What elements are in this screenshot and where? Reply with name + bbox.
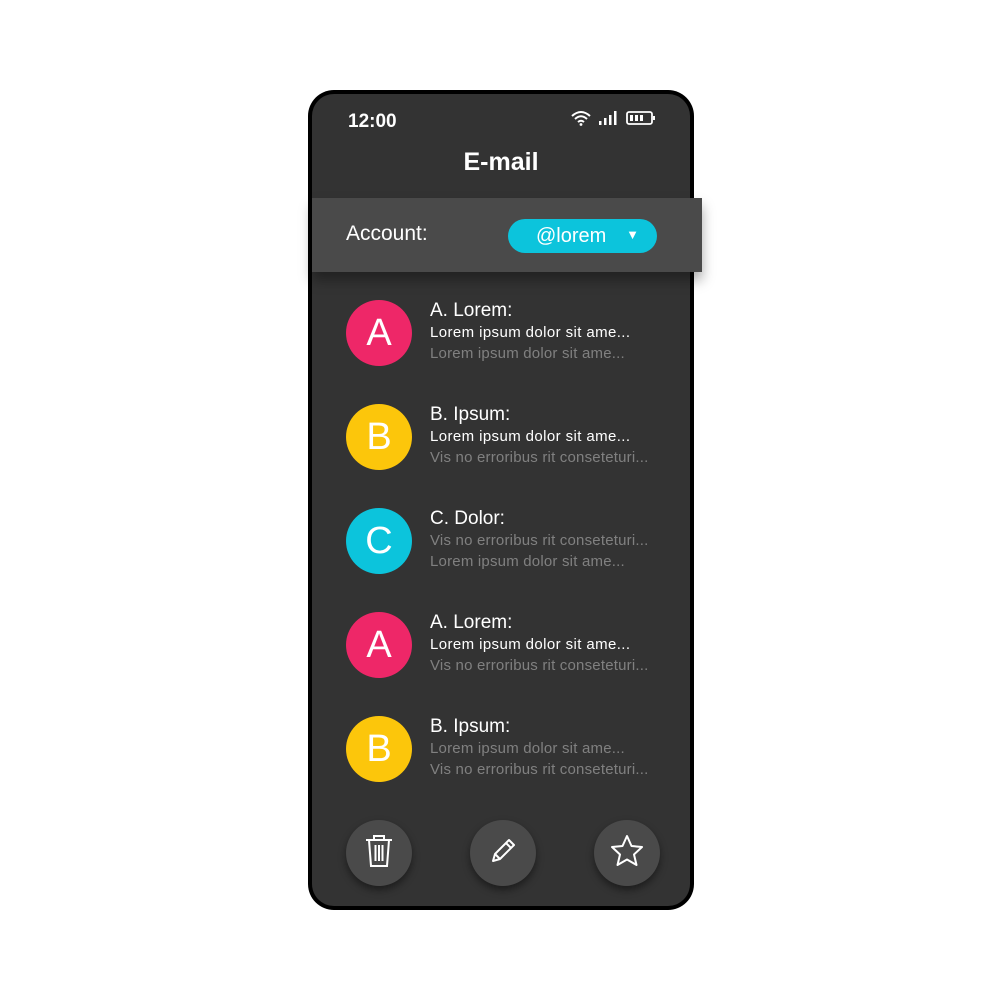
email-item[interactable]: B B. Ipsum: Lorem ipsum dolor sit ame...… <box>312 404 690 504</box>
compose-button[interactable] <box>470 820 536 886</box>
account-label: Account: <box>346 222 428 245</box>
email-item[interactable]: A A. Lorem: Lorem ipsum dolor sit ame...… <box>312 300 690 400</box>
email-preview-line-2: Lorem ipsum dolor sit ame... <box>430 553 625 570</box>
sender-name: C. Dolor: <box>430 508 505 529</box>
sender-avatar: C <box>346 508 412 574</box>
email-preview-line-2: Vis no erroribus rit conseteturi... <box>430 761 649 778</box>
email-item[interactable]: B B. Ipsum: Lorem ipsum dolor sit ame...… <box>312 716 690 816</box>
email-preview-line-2: Vis no erroribus rit conseteturi... <box>430 449 649 466</box>
email-item[interactable]: C C. Dolor: Vis no erroribus rit consete… <box>312 508 690 608</box>
status-time: 12:00 <box>348 111 397 132</box>
phone-frame: 12:00 E-mail Account: @lorem ▼ A A. Lore… <box>308 90 702 910</box>
sender-name: B. Ipsum: <box>430 716 511 737</box>
email-preview-line-1: Lorem ipsum dolor sit ame... <box>430 428 631 445</box>
favorite-button[interactable] <box>594 820 660 886</box>
battery-icon <box>626 110 656 126</box>
sender-avatar: A <box>346 612 412 678</box>
sender-name: A. Lorem: <box>430 300 513 321</box>
account-dropdown[interactable]: @lorem ▼ <box>508 219 657 253</box>
status-icons <box>570 110 656 126</box>
email-preview-line-2: Vis no erroribus rit conseteturi... <box>430 657 649 674</box>
app-screen: 12:00 E-mail Account: @lorem ▼ A A. Lore… <box>312 94 702 906</box>
sender-name: A. Lorem: <box>430 612 513 633</box>
caret-down-icon: ▼ <box>626 227 639 242</box>
email-item[interactable]: A A. Lorem: Lorem ipsum dolor sit ame...… <box>312 612 690 712</box>
signal-icon <box>598 110 620 126</box>
wifi-icon <box>570 110 592 126</box>
action-bar <box>312 820 690 890</box>
email-preview-line-1: Lorem ipsum dolor sit ame... <box>430 324 631 341</box>
email-preview-line-1: Vis no erroribus rit conseteturi... <box>430 532 649 549</box>
sender-name: B. Ipsum: <box>430 404 511 425</box>
email-preview-line-1: Lorem ipsum dolor sit ame... <box>430 636 631 653</box>
sender-avatar: B <box>346 404 412 470</box>
star-icon <box>609 833 645 874</box>
email-preview-line-2: Lorem ipsum dolor sit ame... <box>430 345 625 362</box>
email-preview-line-1: Lorem ipsum dolor sit ame... <box>430 740 625 757</box>
pencil-icon <box>487 835 519 872</box>
page-title: E-mail <box>463 148 539 176</box>
sender-avatar: A <box>346 300 412 366</box>
account-selected-value: @lorem <box>536 224 607 247</box>
trash-icon <box>362 833 396 874</box>
delete-button[interactable] <box>346 820 412 886</box>
account-bar: Account: @lorem ▼ <box>312 198 702 272</box>
sender-avatar: B <box>346 716 412 782</box>
